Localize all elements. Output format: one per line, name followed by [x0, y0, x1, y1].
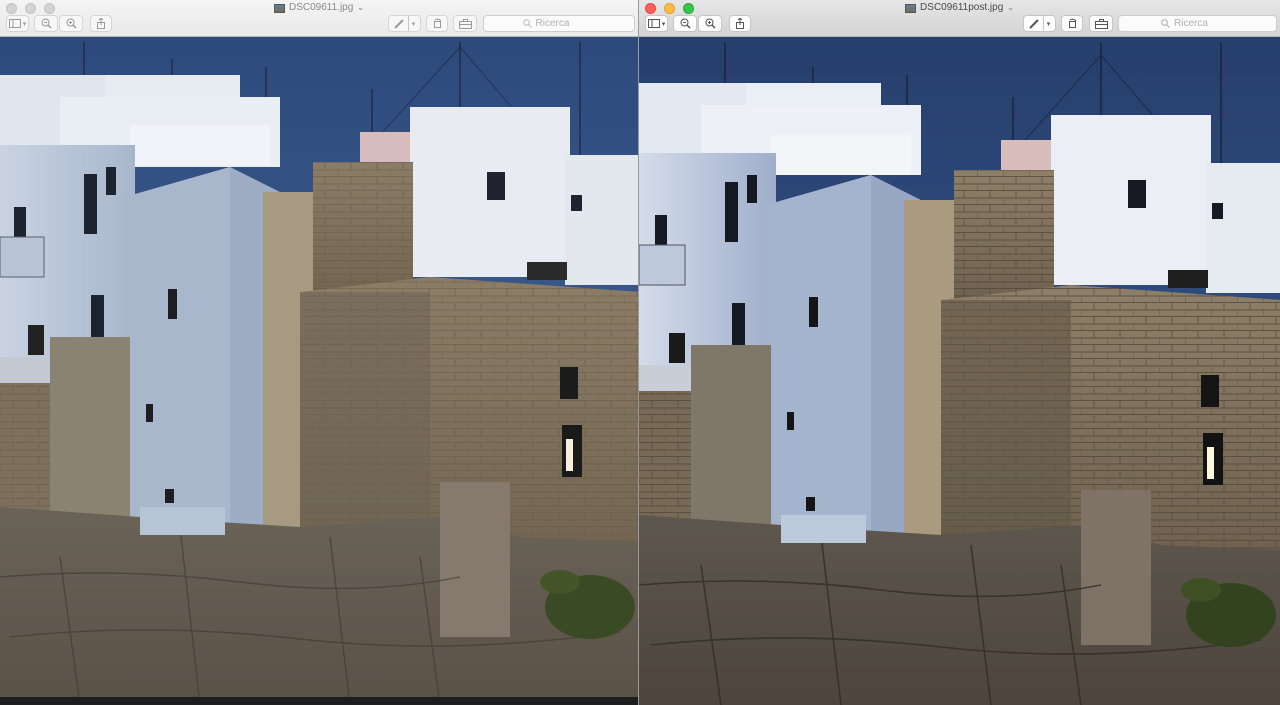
toolbox-icon: [1094, 18, 1108, 29]
search-icon: [522, 19, 532, 28]
share-icon: [736, 18, 744, 29]
image-viewport[interactable]: [0, 37, 638, 705]
rotate-icon: [433, 18, 441, 28]
search-input[interactable]: [535, 18, 596, 29]
zoom-out-icon: [41, 18, 52, 29]
chevron-down-icon: ▾: [661, 20, 666, 28]
rotate-button[interactable]: [1061, 15, 1083, 32]
sidebar-icon: [8, 19, 21, 28]
chevron-down-icon: ▾: [411, 20, 416, 28]
sidebar-button[interactable]: ▾: [6, 15, 29, 32]
share-button[interactable]: [90, 15, 112, 32]
rotate-button[interactable]: [426, 15, 448, 32]
zoom-in-icon: [66, 18, 77, 29]
chevron-down-icon[interactable]: ⌄: [1007, 2, 1014, 14]
search-input[interactable]: [1174, 18, 1234, 29]
sidebar-icon: [647, 19, 660, 28]
window-title[interactable]: DSC09611.jpg ⌄: [0, 2, 638, 14]
toolbox-icon: [458, 18, 472, 29]
markup-button[interactable]: ▾: [388, 15, 421, 32]
window-title-text: DSC09611post.jpg: [920, 2, 1004, 13]
file-icon: [905, 3, 917, 13]
zoom-in-icon: [705, 18, 716, 29]
search-field[interactable]: [1118, 15, 1277, 32]
chevron-down-icon[interactable]: ⌄: [357, 2, 364, 14]
photo-original: [0, 37, 638, 705]
chevron-down-icon: ▾: [22, 20, 27, 28]
zoom-in-button[interactable]: [59, 15, 83, 32]
window-title[interactable]: DSC09611post.jpg ⌄: [639, 2, 1280, 14]
preview-window-original[interactable]: DSC09611.jpg ⌄ ▾ ▾: [0, 0, 638, 705]
markup-pen-icon: [394, 18, 404, 29]
zoom-in-button[interactable]: [698, 15, 722, 32]
window-titlebar[interactable]: DSC09611.jpg ⌄ ▾ ▾: [0, 0, 638, 37]
toolbox-button[interactable]: [453, 15, 477, 32]
sidebar-button[interactable]: ▾: [645, 15, 668, 32]
image-viewport[interactable]: [639, 37, 1280, 705]
chevron-down-icon: ▾: [1046, 20, 1051, 28]
preview-window-post[interactable]: DSC09611post.jpg ⌄ ▾ ▾: [638, 0, 1280, 705]
search-field[interactable]: [483, 15, 635, 32]
zoom-out-button[interactable]: [673, 15, 697, 32]
zoom-out-button[interactable]: [34, 15, 58, 32]
share-button[interactable]: [729, 15, 751, 32]
window-titlebar[interactable]: DSC09611post.jpg ⌄ ▾ ▾: [639, 0, 1280, 37]
markup-pen-icon: [1029, 18, 1039, 29]
photo-processed: [639, 37, 1280, 705]
search-icon: [1161, 19, 1170, 28]
zoom-out-icon: [680, 18, 691, 29]
rotate-icon: [1068, 18, 1076, 28]
markup-button[interactable]: ▾: [1023, 15, 1056, 32]
share-icon: [97, 18, 105, 29]
file-icon: [273, 3, 285, 13]
toolbox-button[interactable]: [1089, 15, 1113, 32]
window-title-text: DSC09611.jpg: [288, 2, 354, 13]
